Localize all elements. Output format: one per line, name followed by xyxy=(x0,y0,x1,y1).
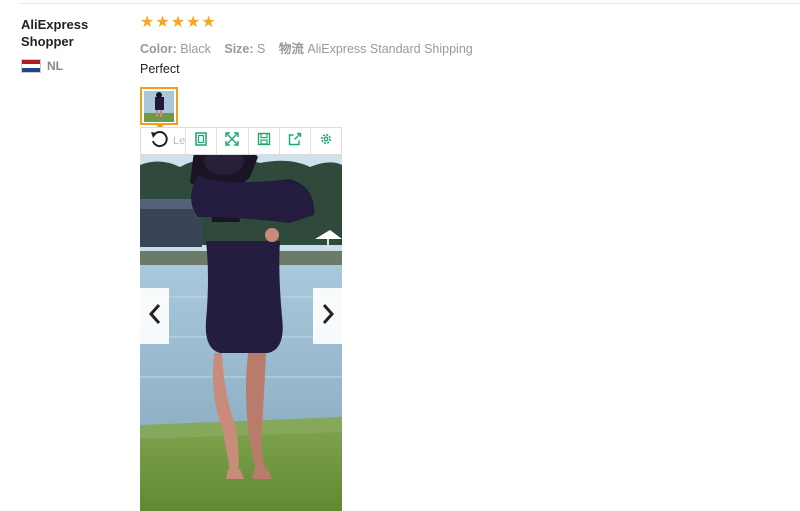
country-code: NL xyxy=(47,59,63,73)
size-label: Size: xyxy=(224,42,254,56)
order-attributes: Color: Black Size: S 物流 AliExpress Stand… xyxy=(140,38,483,57)
fit-button[interactable] xyxy=(185,128,216,154)
shipping-value: AliExpress Standard Shipping xyxy=(307,42,473,56)
star-icon: ★ xyxy=(155,14,170,31)
share-button[interactable] xyxy=(278,128,310,154)
chevron-left-icon xyxy=(148,302,162,331)
share-icon xyxy=(288,132,302,151)
color-value: Black xyxy=(180,42,211,56)
settings-button[interactable] xyxy=(309,128,341,154)
image-viewer: Le xyxy=(140,127,342,511)
review-photo xyxy=(140,127,342,511)
rotate-hint: Le xyxy=(173,135,186,147)
top-divider xyxy=(20,3,800,4)
star-icon: ★ xyxy=(170,14,186,31)
reviewer-country: NL xyxy=(21,59,63,73)
nl-flag-icon xyxy=(21,59,41,73)
settings-icon xyxy=(319,132,333,151)
rotate-icon[interactable] xyxy=(149,129,169,154)
shipping-label: 物流 xyxy=(278,42,304,56)
next-image-button[interactable] xyxy=(313,288,342,344)
thumbnail-image xyxy=(144,91,174,122)
review-text: Perfect xyxy=(140,62,180,76)
chevron-right-icon xyxy=(321,302,335,331)
star-rating: ★ ★ ★ ★ ★ xyxy=(140,14,216,32)
save-icon xyxy=(257,132,271,151)
size-value: S xyxy=(257,42,266,56)
fullscreen-button[interactable] xyxy=(216,128,247,154)
star-icon: ★ xyxy=(201,14,216,31)
rotate-control[interactable]: Le xyxy=(141,128,185,154)
color-label: Color: xyxy=(140,42,177,56)
review-photo-thumbnail[interactable] xyxy=(140,87,178,125)
save-button[interactable] xyxy=(247,128,279,154)
reviewer-name: AliExpress Shopper xyxy=(21,17,89,49)
star-icon: ★ xyxy=(140,14,155,31)
previous-image-button[interactable] xyxy=(140,288,169,344)
star-icon: ★ xyxy=(186,14,201,31)
fit-icon xyxy=(194,131,208,151)
image-viewer-toolbar: Le xyxy=(140,127,342,155)
fullscreen-icon xyxy=(225,131,240,151)
